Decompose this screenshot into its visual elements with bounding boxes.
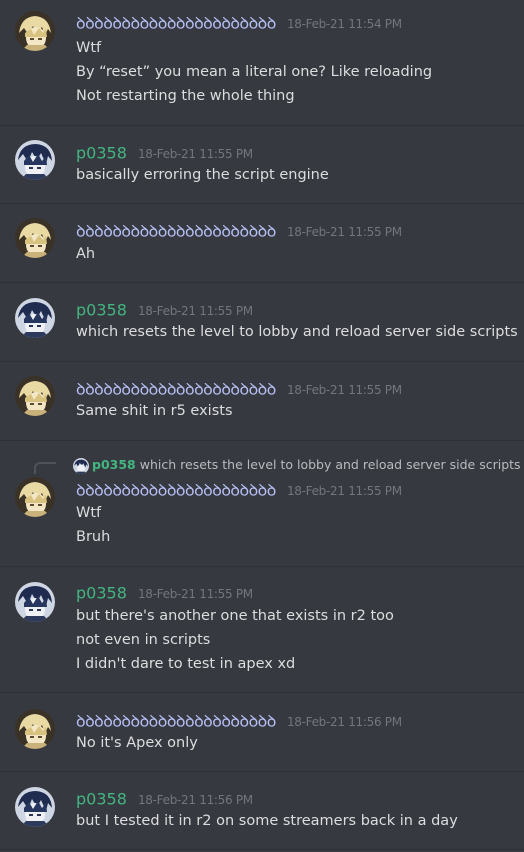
timestamp: 18-Feb-21 11:55 PM — [286, 224, 402, 239]
message-text: not even in scripts — [76, 632, 211, 648]
username[interactable]: ꝺꝺꝺꝺꝺꝺꝺꝺꝺꝺꝺꝺꝺꝺꝺꝺꝺꝺꝺꝺꝺꝺ — [76, 222, 276, 241]
reply-username[interactable]: p0358 — [92, 457, 136, 472]
message-text: Bruh — [76, 529, 111, 545]
divider — [0, 203, 524, 204]
divider — [0, 125, 524, 126]
timestamp: 18-Feb-21 11:56 PM — [137, 792, 253, 807]
avatar[interactable] — [15, 140, 55, 180]
dark-hair-avatar-icon — [73, 457, 89, 474]
username[interactable]: p0358 — [76, 584, 127, 603]
avatar[interactable] — [15, 582, 55, 622]
timestamp: 18-Feb-21 11:55 PM — [137, 146, 253, 161]
message-text: I didn't dare to test in apex xd — [76, 656, 296, 672]
divider — [0, 566, 524, 567]
dark-hair-avatar-icon — [15, 787, 55, 827]
timestamp: 18-Feb-21 11:54 PM — [286, 16, 402, 31]
avatar[interactable] — [15, 11, 55, 51]
avatar[interactable] — [15, 787, 55, 827]
golden-hair-avatar-icon — [15, 709, 55, 749]
message-text: By “reset” you mean a literal one? Like … — [76, 64, 433, 80]
reply-spine — [34, 462, 56, 474]
golden-hair-avatar-icon — [15, 11, 55, 51]
timestamp: 18-Feb-21 11:55 PM — [286, 483, 402, 498]
dark-hair-avatar-icon — [15, 298, 55, 338]
timestamp: 18-Feb-21 11:55 PM — [286, 382, 402, 397]
avatar[interactable] — [15, 298, 55, 338]
message-text: but there's another one that exists in r… — [76, 608, 394, 624]
username[interactable]: ꝺꝺꝺꝺꝺꝺꝺꝺꝺꝺꝺꝺꝺꝺꝺꝺꝺꝺꝺꝺꝺꝺ — [76, 380, 276, 399]
message-text: Wtf — [76, 40, 102, 56]
dark-hair-avatar-icon — [15, 140, 55, 180]
username[interactable]: ꝺꝺꝺꝺꝺꝺꝺꝺꝺꝺꝺꝺꝺꝺꝺꝺꝺꝺꝺꝺꝺꝺ — [76, 481, 276, 500]
username[interactable]: ꝺꝺꝺꝺꝺꝺꝺꝺꝺꝺꝺꝺꝺꝺꝺꝺꝺꝺꝺꝺꝺꝺ — [76, 14, 276, 33]
avatar[interactable] — [15, 709, 55, 749]
message-text: Wtf — [76, 505, 102, 521]
username[interactable]: p0358 — [76, 790, 127, 809]
username[interactable]: p0358 — [76, 301, 127, 320]
timestamp: 18-Feb-21 11:55 PM — [137, 303, 253, 318]
timestamp: 18-Feb-21 11:55 PM — [137, 586, 253, 601]
golden-hair-avatar-icon — [15, 376, 55, 416]
timestamp: 18-Feb-21 11:56 PM — [286, 714, 402, 729]
golden-hair-avatar-icon — [15, 477, 55, 517]
divider — [0, 849, 524, 850]
divider — [0, 692, 524, 693]
message-text: Ah — [76, 246, 96, 262]
reply-text[interactable]: which resets the level to lobby and relo… — [140, 457, 521, 472]
avatar[interactable] — [15, 477, 55, 517]
message-text: No it's Apex only — [76, 735, 198, 751]
message-text: but I tested it in r2 on some streamers … — [76, 813, 458, 829]
username[interactable]: p0358 — [76, 144, 127, 163]
golden-hair-avatar-icon — [15, 218, 55, 258]
reply-preview[interactable]: p0358 which resets the level to lobby and… — [73, 456, 521, 474]
avatar[interactable] — [15, 218, 55, 258]
avatar[interactable] — [15, 376, 55, 416]
message-text: Same shit in r5 exists — [76, 403, 233, 419]
divider — [0, 771, 524, 772]
reply-avatar — [73, 457, 89, 474]
divider — [0, 282, 524, 283]
message-text: which resets the level to lobby and relo… — [76, 324, 518, 340]
divider — [0, 361, 524, 362]
message-list[interactable]: ꝺꝺꝺꝺꝺꝺꝺꝺꝺꝺꝺꝺꝺꝺꝺꝺꝺꝺꝺꝺꝺꝺ 18-Feb-21 11:54 P… — [0, 0, 524, 852]
message-text: basically erroring the script engine — [76, 167, 329, 183]
divider — [0, 440, 524, 441]
dark-hair-avatar-icon — [15, 582, 55, 622]
message-text: Not restarting the whole thing — [76, 88, 295, 104]
username[interactable]: ꝺꝺꝺꝺꝺꝺꝺꝺꝺꝺꝺꝺꝺꝺꝺꝺꝺꝺꝺꝺꝺꝺ — [76, 712, 276, 731]
